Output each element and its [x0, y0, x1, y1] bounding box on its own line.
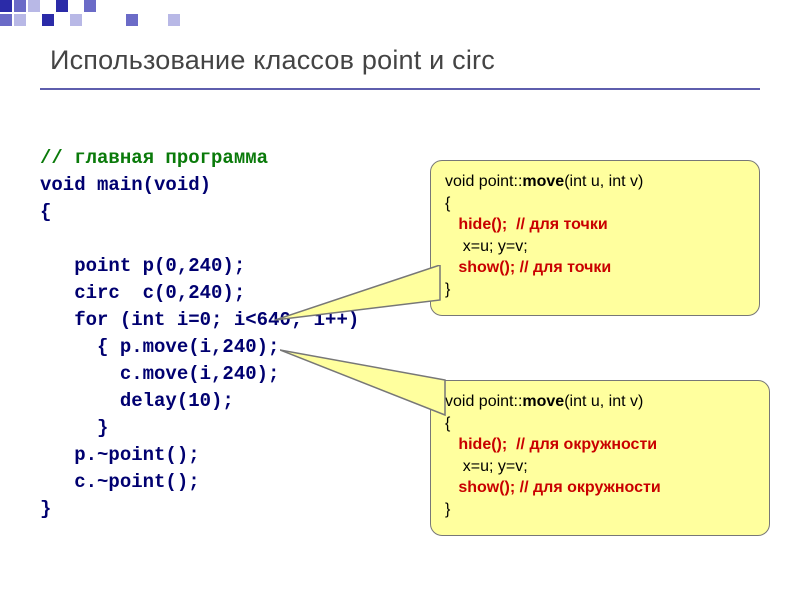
code-line: void main(void)	[40, 174, 211, 196]
code-line: {	[40, 201, 51, 223]
callout-hide-line: hide(); // для точки	[445, 214, 745, 236]
callout-show-line: show(); // для точки	[445, 257, 745, 279]
callout-assign-line: x=u; y=v;	[445, 456, 755, 478]
callout-hide-line: hide(); // для окружности	[445, 434, 755, 456]
callout-line: }	[445, 279, 745, 301]
code-line: circ c(0,240);	[40, 282, 245, 304]
slide-title: Использование классов point и circ	[50, 45, 495, 76]
code-line: p.~point();	[40, 444, 200, 466]
code-line: delay(10);	[40, 390, 234, 412]
callout-line: {	[445, 413, 755, 435]
callout-signature: void point::move(int u, int v)	[445, 391, 755, 413]
callout-signature: void point::move(int u, int v)	[445, 171, 745, 193]
code-line: { p.move(i,240);	[40, 336, 279, 358]
callout-assign-line: x=u; y=v;	[445, 236, 745, 258]
code-comment: // главная программа	[40, 147, 268, 169]
callout-point-move: void point::move(int u, int v) { hide();…	[430, 160, 760, 316]
title-underline	[40, 88, 760, 90]
corner-decoration	[0, 0, 220, 32]
callout-show-line: show(); // для окружности	[445, 477, 755, 499]
code-line: for (int i=0; i<640; i++)	[40, 309, 359, 331]
main-code-block: // главная программа void main(void) { p…	[40, 118, 359, 523]
code-line: }	[40, 417, 108, 439]
code-line: c.move(i,240);	[40, 363, 279, 385]
code-line: }	[40, 498, 51, 520]
callout-line: {	[445, 193, 745, 215]
code-line: c.~point();	[40, 471, 200, 493]
callout-line: }	[445, 499, 755, 521]
code-line: point p(0,240);	[40, 255, 245, 277]
callout-circ-move: void point::move(int u, int v) { hide();…	[430, 380, 770, 536]
